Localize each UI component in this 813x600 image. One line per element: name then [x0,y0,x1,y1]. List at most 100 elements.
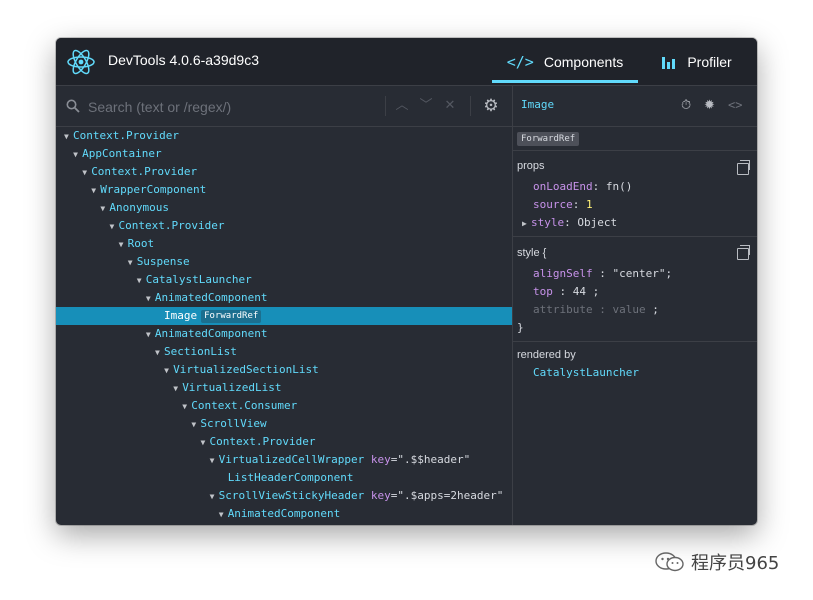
tree-row[interactable]: ▼ Suspense [56,253,512,271]
caret-down-icon[interactable]: ▼ [146,326,155,344]
tab-components-label: Components [543,53,624,70]
caret-down-icon[interactable]: ▼ [146,290,155,308]
tree-row[interactable]: ▼ AnimatedComponent [56,325,512,343]
caret-down-icon[interactable]: ▼ [91,182,100,200]
copy-style-button[interactable] [737,245,750,260]
style-row[interactable]: alignSelf : "center"; [533,267,672,280]
suspend-button[interactable]: ⏱ [681,98,691,113]
tree-row-name: Context.Provider [73,129,179,142]
previous-result-button[interactable]: ︿ [393,95,411,117]
code-icon: <> [728,98,743,112]
tree-row[interactable]: ▼ Context.Provider [56,163,512,181]
tree-row[interactable]: ▼ WrapperComponent [56,181,512,199]
tree-row[interactable]: ▼ ScrollView [56,415,512,433]
tree-row-name: AnimatedComponent [154,291,268,304]
settings-button[interactable]: ⚙ [482,95,500,117]
caret-down-icon[interactable]: ▼ [219,506,228,524]
tree-row-name: SectionList [164,345,237,358]
tree-row[interactable]: ▼ SectionList [56,343,512,361]
prop-key: style [531,216,565,229]
tree-row[interactable]: ▼ ScrollViewStickyHeader key=".$apps=2hea… [56,487,512,505]
tree-row-name: Context.Provider [118,219,225,232]
caret-down-icon[interactable]: ▼ [110,218,119,236]
tree-row-name: AppContainer [82,147,162,160]
tab-profiler[interactable]: Profiler [652,38,742,85]
search-icon [66,99,80,113]
expand-arrow-icon[interactable]: ▶ [522,219,531,228]
prop-row[interactable]: source: 1 [533,198,593,211]
chevron-down-icon: ﹀ [419,98,433,113]
tree-row-name: Image [164,309,198,322]
caret-down-icon[interactable]: ▼ [73,146,82,164]
caret-down-icon[interactable]: ▼ [201,434,210,452]
clear-search-button[interactable]: ✕ [441,95,459,117]
component-tree: ▼ Context.Provider ▼ AppContainer ▼ Context.P… [56,127,512,525]
tree-row[interactable]: ▼ Context.Provider [56,217,512,235]
search-bar: ︿ ﹀ ✕ ⚙ [56,86,512,127]
style-key: alignSelf [533,267,593,280]
tree-row[interactable]: ▼ Root [56,235,512,253]
tree-row[interactable]: ▼ VirtualizedList [56,379,512,397]
tab-components[interactable]: </> Components [492,38,638,85]
divider [513,150,757,151]
forwardref-badge: ForwardRef [201,310,262,323]
caret-down-icon[interactable]: ▼ [128,254,137,272]
tree-row-name: VirtualizedList [182,381,282,394]
key-value: =".$$header" [390,453,471,466]
tree-row-name: Root [127,237,155,250]
tab-profiler-label: Profiler [687,53,732,70]
caret-down-icon[interactable]: ▼ [182,398,191,416]
tree-row-name: Context.Provider [91,165,198,178]
prop-value: 1 [586,198,593,211]
tree-row-name: Anonymous [109,201,169,214]
rendered-by-link[interactable]: CatalystLauncher [533,366,639,379]
new-style-row[interactable]: attribute : value ; [533,303,659,316]
tree-row-name: VirtualizedSectionList [173,363,319,376]
tree-row-name: AnimatedComponent [227,507,341,520]
tree-row[interactable]: Image ForwardRef [56,307,512,325]
caret-down-icon[interactable]: ▼ [137,272,146,290]
chevron-up-icon: ︿ [395,98,409,113]
tree-row[interactable]: ▼ Anonymous [56,199,512,217]
view-source-button[interactable]: <> [728,98,742,112]
copy-props-button[interactable] [737,160,750,175]
tree-row[interactable]: ▼ CatalystLauncher [56,271,512,289]
next-result-button[interactable]: ﹀ [417,95,435,117]
prop-value: fn() [605,180,633,193]
caret-down-icon[interactable]: ▼ [173,380,182,398]
tree-row-name: CatalystLauncher [145,273,252,286]
style-key: top [533,285,553,298]
caret-down-icon[interactable]: ▼ [155,344,164,362]
close-icon: ✕ [444,98,456,113]
prop-key: source [533,198,573,211]
bar-chart-icon [662,55,676,69]
tree-row[interactable]: ▼ Context.Consumer [56,397,512,415]
tree-row[interactable]: ▼ AppContainer [56,145,512,163]
tree-row[interactable]: ▼ VirtualizedSectionList [56,361,512,379]
caret-down-icon[interactable]: ▼ [64,128,73,146]
forwardref-badge: ForwardRef [517,132,580,146]
caret-down-icon[interactable]: ▼ [164,362,173,380]
tree-row[interactable]: ▼ Context.Provider [56,127,512,145]
prop-row-style[interactable]: ▶ style: Object [522,216,617,229]
style-key-placeholder: attribute [533,303,593,316]
inspector-panel: Image ⏱ ✹ <> ForwardRef props onLoadEnd:… [513,86,757,525]
tree-row[interactable]: ▼ AnimatedComponent [56,289,512,307]
prop-key: onLoadEnd [533,180,593,193]
tree-row[interactable]: ▼ Context.Provider [56,433,512,451]
search-input[interactable] [86,95,380,119]
caret-down-icon[interactable]: ▼ [210,488,219,506]
tree-row[interactable]: ListHeaderComponent [56,469,512,487]
tree-row-name: VirtualizedCellWrapper [218,453,365,466]
log-to-console-button[interactable]: ✹ [704,98,715,113]
prop-row[interactable]: onLoadEnd: fn() [533,180,632,193]
tree-row[interactable]: ▼ VirtualizedCellWrapper key=".$$header" [56,451,512,469]
props-title: props [517,160,545,172]
caret-down-icon[interactable]: ▼ [82,164,91,182]
tree-row[interactable]: ▼ AnimatedComponent [56,505,512,523]
style-row[interactable]: top : 44 ; [533,285,599,298]
caret-down-icon[interactable]: ▼ [119,236,128,254]
style-value: "center" [612,267,666,280]
caret-down-icon[interactable]: ▼ [210,452,219,470]
divider [513,341,757,342]
